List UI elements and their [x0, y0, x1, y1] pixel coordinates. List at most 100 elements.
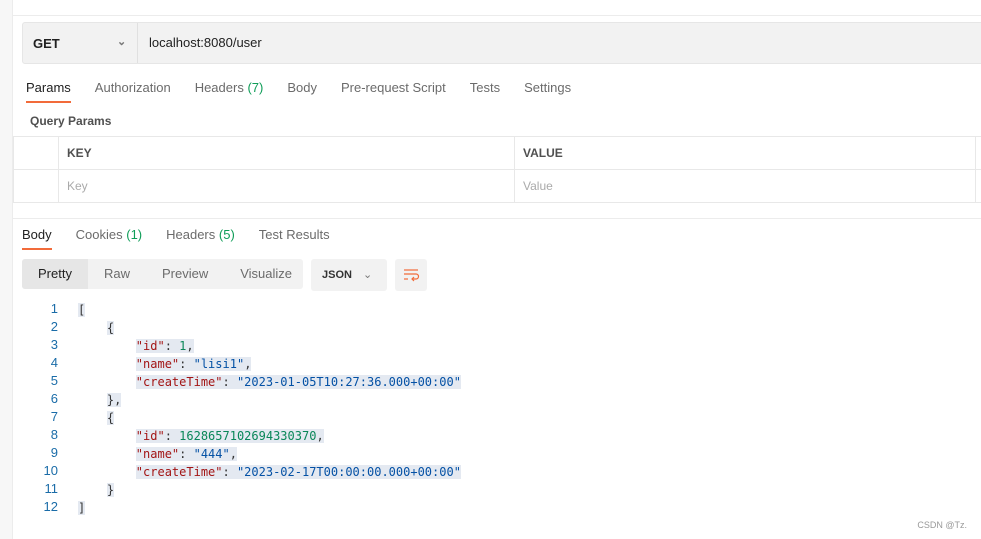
code-token: ] [78, 501, 86, 515]
view-raw[interactable]: Raw [88, 259, 146, 289]
tab-label: Body [287, 80, 317, 95]
code-token: "id" [135, 429, 165, 443]
tab-authorization[interactable]: Authorization [95, 80, 171, 103]
wrap-icon [404, 269, 420, 282]
query-params-table: KEY VALUE Key Value [13, 136, 981, 203]
code-token: "2023-02-17T00:00:00.000+00:00" [236, 465, 461, 479]
selection-highlight: "id": 1, [135, 339, 194, 353]
query-params-title: Query Params [30, 114, 112, 128]
code-token: "createTime" [135, 465, 223, 479]
code-line: "name": "lisi1", [78, 355, 252, 373]
code-token: , [316, 429, 324, 443]
selection-highlight: ] [78, 501, 86, 515]
code-token: "name" [135, 357, 180, 371]
code-token: : [222, 375, 237, 389]
line-number: 11 [44, 481, 59, 496]
chevron-down-icon: ⌄ [363, 269, 373, 281]
view-preview[interactable]: Preview [146, 259, 224, 289]
tab-body[interactable]: Body [22, 227, 52, 250]
code-line: "name": "444", [78, 445, 237, 463]
divider [13, 218, 981, 219]
code-line: "createTime": "2023-01-05T10:27:36.000+0… [78, 373, 461, 391]
code-token: "name" [135, 447, 180, 461]
format-select[interactable]: JSON ⌄ [311, 259, 387, 291]
tab-headers[interactable]: Headers (5) [166, 227, 235, 250]
code-token: : [179, 447, 194, 461]
view-visualize[interactable]: Visualize [224, 259, 308, 289]
selection-highlight: "createTime": "2023-02-17T00:00:00.000+0… [135, 465, 461, 479]
selection-highlight: "name": "lisi1", [135, 357, 252, 371]
request-url-bar: GET ⌄ localhost:8080/user [22, 22, 981, 64]
request-tabs: Params Authorization Headers (7) Body Pre-re… [26, 80, 595, 103]
line-number: 4 [50, 355, 58, 370]
view-mode-group: Pretty Raw Preview Visualize [22, 259, 303, 289]
line-number: 10 [43, 463, 58, 478]
code-token: "444" [193, 447, 230, 461]
code-token: }, [106, 393, 122, 407]
code-line: "createTime": "2023-02-17T00:00:00.000+0… [78, 463, 461, 481]
view-pretty[interactable]: Pretty [22, 259, 88, 289]
top-bar [13, 0, 981, 16]
value-header: VALUE [514, 136, 976, 170]
tab-settings[interactable]: Settings [524, 80, 571, 103]
tab-body[interactable]: Body [287, 80, 317, 103]
tab-cookies[interactable]: Cookies (1) [76, 227, 142, 250]
response-tabs: Body Cookies (1) Headers (5) Test Results [22, 227, 354, 250]
url-input[interactable]: localhost:8080/user [149, 35, 262, 50]
selection-highlight: "createTime": "2023-01-05T10:27:36.000+0… [135, 375, 461, 389]
tab-label: Headers [194, 80, 244, 95]
tab-params[interactable]: Params [26, 80, 71, 103]
code-token: "2023-01-05T10:27:36.000+00:00" [236, 375, 461, 389]
chevron-down-icon: ⌄ [117, 36, 127, 48]
tab-pre-request-script[interactable]: Pre-request Script [341, 80, 446, 103]
selection-highlight: }, [106, 393, 122, 407]
line-number: 5 [50, 373, 58, 388]
tab-label: Params [26, 80, 71, 95]
code-token: { [106, 321, 115, 335]
key-input[interactable]: Key [58, 169, 515, 203]
selection-highlight: "id": 1628657102694330370, [135, 429, 324, 443]
code-token: : [164, 339, 180, 353]
code-token: "lisi1" [193, 357, 245, 371]
tab-headers[interactable]: Headers (7) [195, 80, 264, 103]
tab-label: Authorization [94, 80, 171, 95]
selection-highlight: { [106, 411, 115, 425]
tab-count: (7) [247, 80, 264, 95]
code-token: "id" [135, 339, 165, 353]
tab-label: Tests [469, 80, 501, 95]
tab-label: Body [22, 227, 52, 242]
tab-tests[interactable]: Tests [470, 80, 500, 103]
selection-highlight: } [106, 483, 115, 497]
value-input[interactable]: Value [514, 169, 976, 203]
code-line: ] [78, 499, 86, 517]
selection-highlight: [ [78, 303, 86, 317]
tab-label: Pre-request Script [340, 80, 446, 95]
tab-test-results[interactable]: Test Results [259, 227, 330, 250]
wrap-lines-button[interactable] [395, 259, 427, 291]
code-token: , [244, 357, 252, 371]
code-line: "id": 1, [78, 337, 194, 355]
code-token: : [179, 357, 194, 371]
code-line: { [78, 409, 115, 427]
tab-label: Test Results [258, 227, 330, 242]
selection-highlight: "name": "444", [135, 447, 237, 461]
tab-label: Settings [524, 80, 572, 95]
watermark: CSDN @Tz. [917, 520, 967, 530]
code-token: : [164, 429, 180, 443]
method-select[interactable]: GET ⌄ [23, 23, 138, 63]
line-number: 2 [50, 319, 58, 334]
format-label: JSON [322, 269, 352, 281]
code-line: "id": 1628657102694330370, [78, 427, 324, 445]
line-number: 7 [50, 409, 58, 424]
code-token: [ [78, 303, 86, 317]
line-number: 12 [43, 499, 58, 514]
code-token: } [106, 483, 115, 497]
code-line: [ [78, 301, 86, 319]
code-token: , [186, 339, 194, 353]
code-token: { [106, 411, 115, 425]
code-token: , [229, 447, 237, 461]
code-line: }, [78, 391, 122, 409]
line-number: 6 [50, 391, 58, 406]
code-token: 1628657102694330370 [179, 429, 317, 443]
key-header: KEY [58, 136, 515, 170]
